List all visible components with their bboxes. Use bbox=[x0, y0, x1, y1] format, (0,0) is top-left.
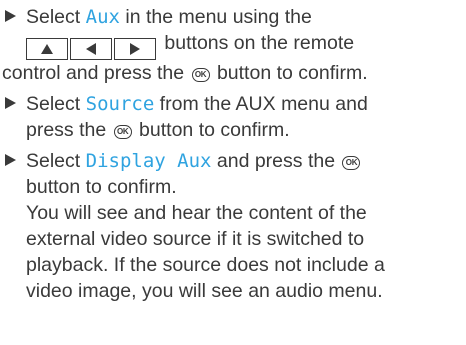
result-text-line: external video source if it is switched … bbox=[26, 228, 365, 250]
result-text-line: You will see and hear the content of the bbox=[26, 202, 367, 224]
step-line: Select Source from the AUX menu and bbox=[26, 93, 368, 115]
step-line: control and press the OK button to confi… bbox=[2, 62, 368, 84]
bullet-triangle-icon bbox=[5, 97, 16, 109]
step-line: Select Aux in the menu using the bbox=[26, 6, 312, 28]
bullet-triangle-icon bbox=[5, 154, 16, 166]
step-select-display-aux: Select Display Aux and press the OK butt… bbox=[2, 148, 464, 304]
menu-keyword: Aux bbox=[85, 6, 120, 28]
menu-keyword: Display Aux bbox=[85, 150, 212, 172]
bullet-triangle-icon bbox=[5, 10, 16, 22]
right-arrow-icon bbox=[114, 38, 156, 60]
step-line: Select Display Aux and press the OK bbox=[26, 148, 464, 174]
step-select-source: Select Source from the AUX menu and pres… bbox=[2, 91, 464, 143]
ok-button-icon: OK bbox=[113, 125, 132, 139]
up-arrow-icon bbox=[26, 38, 68, 60]
left-arrow-icon bbox=[70, 38, 112, 60]
step-select-aux: Select Aux in the menu using the buttons… bbox=[2, 4, 464, 86]
remote-buttons bbox=[26, 38, 156, 60]
result-text-line: video image, you will see an audio menu. bbox=[26, 280, 383, 302]
step-line: button to confirm. bbox=[26, 176, 177, 198]
ok-button-icon: OK bbox=[342, 156, 361, 170]
result-text-line: playback. If the source does not include… bbox=[26, 254, 385, 276]
menu-keyword: Source bbox=[85, 93, 155, 115]
ok-button-icon: OK bbox=[191, 68, 210, 82]
step-line: press the OK button to confirm. bbox=[26, 119, 290, 141]
step-line: buttons on the remote bbox=[26, 30, 464, 60]
instruction-steps: Select Aux in the menu using the buttons… bbox=[2, 4, 464, 304]
